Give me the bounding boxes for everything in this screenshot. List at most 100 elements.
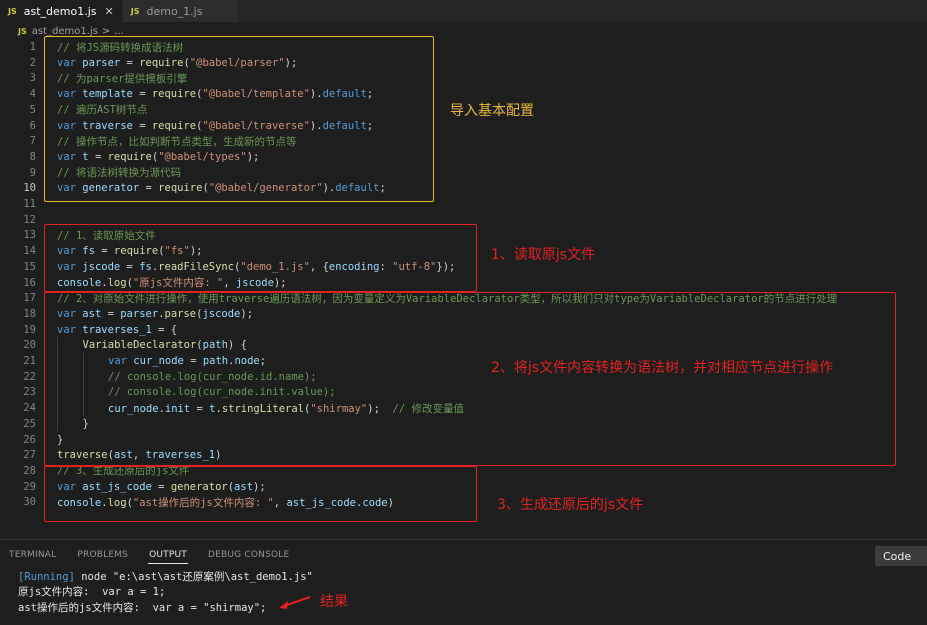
annotation-step3: 3、生成还原后的js文件 [497, 497, 644, 513]
code-token: require [158, 182, 203, 195]
running-command: node "e:\ast\ast还原案例\ast_demo1.js" [74, 571, 313, 583]
code-token: template [82, 88, 133, 101]
code-line[interactable]: 27 traverse(ast, traverses_1) [0, 447, 927, 463]
code-line[interactable]: 11 [0, 196, 927, 212]
code-line[interactable]: 26} [0, 432, 927, 448]
code-line[interactable]: 29 var ast_js_code = generator(ast); [0, 479, 927, 495]
code-token: var [57, 56, 83, 69]
code-text: // 为parser提供模板引擎 [57, 71, 187, 86]
arrow-icon [279, 596, 311, 609]
code-line[interactable]: 8 var t = require("@babel/types"); [0, 149, 927, 165]
code-text: cur_node.init = t.stringLiteral("shirmay… [108, 401, 464, 416]
code-token: // 1、读取原始文件 [57, 229, 156, 242]
code-text: var generator = require("@babel/generato… [57, 182, 386, 194]
line-number: 28 [23, 464, 36, 477]
tab-debug-console[interactable]: DEBUG CONSOLE [207, 548, 290, 564]
code-token: // 遍历AST树节点 [57, 104, 148, 117]
code-token: init [164, 402, 191, 415]
js-file-icon: JS [130, 6, 140, 16]
code-line[interactable]: 19 var traverses_1 = { [0, 322, 927, 338]
code-line[interactable]: 28 // 3、生成还原后的js文件 [0, 463, 927, 479]
code-line[interactable]: 2 var parser = require("@babel/parser"); [0, 55, 927, 71]
code-token: generator [82, 182, 140, 195]
code-token: // 操作节点，比如判断节点类型，生成新的节点等 [57, 135, 297, 148]
code-line[interactable]: 14 var fs = require("fs"); [0, 243, 927, 259]
annotation-result: 结果 [320, 594, 348, 610]
code-line[interactable]: 3 // 为parser提供模板引擎 [0, 70, 927, 86]
code-text: // 2、对原始文件进行操作，使用traverse遍历语法树，因为变量定义为Va… [57, 291, 837, 306]
line-number: 10 [23, 182, 36, 195]
code-text: var ast = parser.parse(jscode); [57, 308, 253, 320]
code-token: console [57, 277, 102, 289]
tab-terminal[interactable]: TERMINAL [8, 548, 57, 564]
code-line[interactable]: 24 cur_node.init = t.stringLiteral("shirm… [0, 400, 927, 416]
code-token: path [202, 355, 229, 367]
code-token: ) { [227, 339, 247, 352]
code-token: var [57, 323, 83, 336]
code-line[interactable]: 12 [0, 212, 927, 228]
code-token: = [151, 480, 171, 493]
code-token: = [132, 119, 152, 132]
js-file-icon: JS [18, 26, 27, 36]
output-channel-select[interactable]: Code [875, 546, 927, 566]
code-text: console.log("ast操作后的js文件内容: ", ast_js_co… [57, 495, 394, 510]
code-line[interactable]: 9 // 将语法树转换为源代码 [0, 165, 927, 181]
code-line[interactable]: 18 var ast = parser.parse(jscode); [0, 306, 927, 322]
code-token: // 将JS源码转换成语法树 [57, 41, 184, 54]
code-token: ; [366, 88, 374, 101]
code-token: "@babel/template" [202, 88, 310, 101]
code-token: var [57, 119, 83, 132]
code-token: , [132, 449, 146, 462]
code-line[interactable]: 15 var jscode = fs.readFileSync("demo_1.j… [0, 259, 927, 275]
indent-guide [57, 337, 58, 353]
code-token: require [107, 150, 152, 163]
code-token: ); [367, 402, 393, 415]
code-line[interactable]: 13 // 1、读取原始文件 [0, 227, 927, 243]
tab-output[interactable]: OUTPUT [148, 548, 188, 564]
panel-tabs: TERMINAL PROBLEMS OUTPUT DEBUG CONSOLE [8, 548, 309, 564]
code-text: var fs = require("fs"); [57, 245, 202, 257]
code-token: ast [113, 449, 133, 462]
code-text: VariableDeclarator(path) { [83, 339, 247, 351]
code-line[interactable]: 1 // 将JS源码转换成语法树 [0, 39, 927, 55]
line-number: 1 [29, 41, 36, 53]
code-token: generator [170, 480, 228, 493]
code-token: encoding [328, 260, 380, 273]
tab-demo-1[interactable]: JS demo_1.js [122, 0, 240, 22]
code-line[interactable]: 23 // console.log(cur_node.init.value); [0, 384, 927, 400]
breadcrumb-file[interactable]: ast_demo1.js [32, 26, 98, 37]
code-token: var [57, 245, 83, 258]
code-line[interactable]: 20 VariableDeclarator(path) { [0, 337, 927, 353]
code-line[interactable]: 25} [0, 416, 927, 432]
code-line[interactable]: 30 console.log("ast操作后的js文件内容: ", ast_js_… [0, 494, 927, 510]
code-token: var [57, 480, 83, 493]
tab-problems[interactable]: PROBLEMS [76, 548, 129, 564]
code-token: = [94, 245, 114, 258]
code-line[interactable]: 7 // 操作节点，比如判断节点类型，生成新的节点等 [0, 133, 927, 149]
close-icon[interactable]: ✕ [105, 5, 114, 18]
code-token: ); [246, 150, 260, 163]
running-tag: [Running] [18, 571, 75, 583]
code-token: ). [309, 88, 323, 101]
code-token: VariableDeclarator [82, 339, 197, 352]
code-token: ); [189, 245, 203, 258]
code-token: traverses_1 [82, 323, 152, 336]
breadcrumb-symbol[interactable]: ... [114, 26, 124, 37]
code-text: // console.log(cur_node.init.value); [108, 386, 336, 398]
tab-ast-demo1[interactable]: JS ast_demo1.js ✕ [0, 0, 123, 22]
output-running-line: [Running] node "e:\ast\ast还原案例\ast_demo1… [18, 569, 313, 584]
code-line[interactable]: 10 var generator = require("@babel/genera… [0, 180, 927, 196]
code-token: traverses_1 [145, 449, 216, 462]
code-line[interactable]: 17 // 2、对原始文件进行操作，使用traverse遍历语法树，因为变量定义为… [0, 290, 927, 306]
code-token: var [57, 150, 83, 163]
code-text: var jscode = fs.readFileSync("demo_1.js"… [57, 261, 455, 273]
code-token: // 2、对原始文件进行操作，使用traverse遍历语法树，因为变量定义为Va… [57, 292, 838, 305]
line-number: 27 [23, 449, 36, 462]
line-number: 19 [23, 323, 36, 336]
line-number: 3 [29, 72, 36, 85]
output-line-result: ast操作后的js文件内容: var a = "shirmay"; [18, 602, 267, 614]
code-line[interactable]: 16 console.log("原js文件内容: ", jscode); [0, 275, 927, 291]
line-number: 11 [23, 198, 36, 210]
chevron-right-icon: > [101, 25, 111, 37]
code-token: // 将语法树转换为源代码 [57, 167, 181, 180]
